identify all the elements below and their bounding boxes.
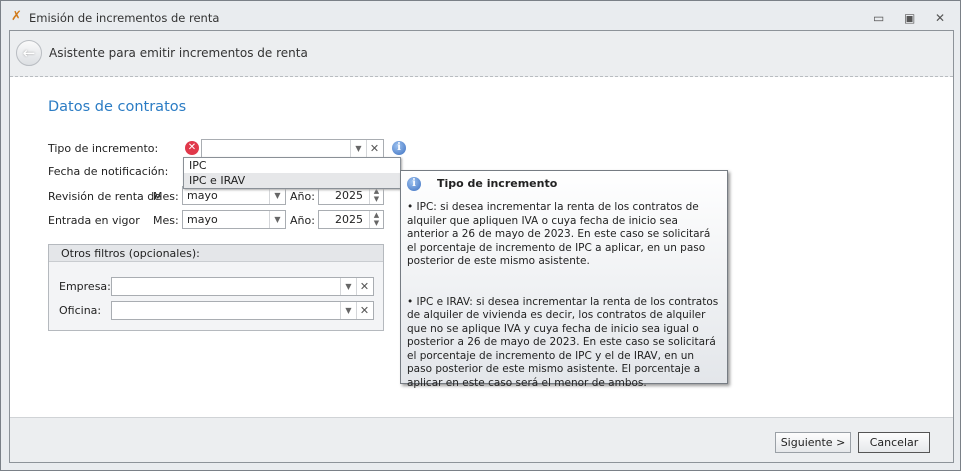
entrada-anio-value: 2025 bbox=[335, 213, 363, 226]
filters-title: Otros filtros (opcionales): bbox=[49, 245, 383, 262]
tooltip-title: Tipo de incremento bbox=[437, 177, 558, 190]
tooltip: i Tipo de incremento • IPC: si desea inc… bbox=[400, 170, 728, 389]
clear-icon[interactable]: ✕ bbox=[356, 302, 372, 319]
revision-mes-value: mayo bbox=[187, 189, 218, 202]
tooltip-header: i Tipo de incremento bbox=[407, 177, 721, 195]
minimize-button[interactable]: ▭ bbox=[873, 11, 884, 25]
spin-buttons[interactable]: ▲ ▼ bbox=[369, 211, 383, 228]
clear-icon[interactable]: ✕ bbox=[366, 140, 382, 157]
oficina-combo[interactable]: ▼ ✕ bbox=[111, 301, 374, 320]
cancel-button[interactable]: Cancelar bbox=[858, 432, 930, 453]
entrada-mes-value: mayo bbox=[187, 213, 218, 226]
entrada-mes-label: Mes: bbox=[153, 214, 179, 227]
tools-icon: ✗ bbox=[11, 9, 22, 24]
entrada-anio-label: Año: bbox=[290, 214, 315, 227]
oficina-label: Oficina: bbox=[59, 304, 102, 317]
entrada-mes-combo[interactable]: mayo ▼ bbox=[182, 210, 286, 229]
spin-buttons[interactable]: ▲ ▼ bbox=[369, 187, 383, 204]
empresa-label: Empresa: bbox=[59, 280, 111, 293]
clear-icon[interactable]: ✕ bbox=[356, 278, 372, 295]
chevron-down-icon[interactable]: ▼ bbox=[350, 140, 366, 157]
wizard-footer: Siguiente > Cancelar bbox=[10, 417, 953, 462]
window-title: Emisión de incrementos de renta bbox=[29, 11, 220, 25]
revision-anio-value: 2025 bbox=[335, 189, 363, 202]
wizard-panel: ← Asistente para emitir incrementos de r… bbox=[9, 30, 954, 463]
fecha-label: Fecha de notificación: bbox=[48, 165, 169, 178]
tipo-label: Tipo de incremento: bbox=[48, 142, 159, 155]
entrada-label: Entrada en vigor bbox=[48, 214, 140, 227]
chevron-down-icon[interactable]: ▼ bbox=[269, 211, 285, 228]
tipo-combo[interactable]: ▼ ✕ bbox=[201, 139, 384, 158]
empresa-combo[interactable]: ▼ ✕ bbox=[111, 277, 374, 296]
info-icon[interactable]: i bbox=[392, 141, 406, 155]
chevron-down-icon[interactable]: ▼ bbox=[340, 278, 356, 295]
tooltip-paragraph-ipc: • IPC: si desea incrementar la renta de … bbox=[407, 201, 711, 267]
revision-anio-label: Año: bbox=[290, 190, 315, 203]
filters-group: Otros filtros (opcionales): Empresa: ▼ ✕ … bbox=[48, 244, 384, 331]
section-title: Datos de contratos bbox=[48, 99, 187, 115]
chevron-down-icon[interactable]: ▼ bbox=[340, 302, 356, 319]
wizard-title: Asistente para emitir incrementos de ren… bbox=[49, 46, 308, 60]
revision-mes-label: Mes: bbox=[153, 190, 179, 203]
revision-label: Revisión de renta de bbox=[48, 190, 162, 203]
option-ipc[interactable]: IPC bbox=[184, 158, 400, 173]
tipo-dropdown-list: IPC IPC e IRAV bbox=[183, 157, 401, 189]
close-button[interactable]: ✕ bbox=[935, 11, 945, 25]
option-ipc-irav[interactable]: IPC e IRAV bbox=[184, 173, 400, 188]
wizard-header: ← Asistente para emitir incrementos de r… bbox=[10, 31, 953, 77]
dialog-window: ✗ Emisión de incrementos de renta ▭ ▣ ✕ … bbox=[0, 0, 961, 471]
tooltip-paragraph-irav: • IPC e IRAV: si desea incrementar la re… bbox=[407, 295, 719, 389]
error-icon: ✕ bbox=[185, 141, 199, 155]
info-icon: i bbox=[407, 177, 421, 191]
maximize-button[interactable]: ▣ bbox=[904, 11, 915, 25]
back-button[interactable]: ← bbox=[16, 40, 42, 66]
next-button[interactable]: Siguiente > bbox=[775, 432, 851, 453]
chevron-down-icon[interactable]: ▼ bbox=[269, 187, 285, 204]
entrada-anio-spin[interactable]: 2025 ▲ ▼ bbox=[318, 210, 384, 229]
